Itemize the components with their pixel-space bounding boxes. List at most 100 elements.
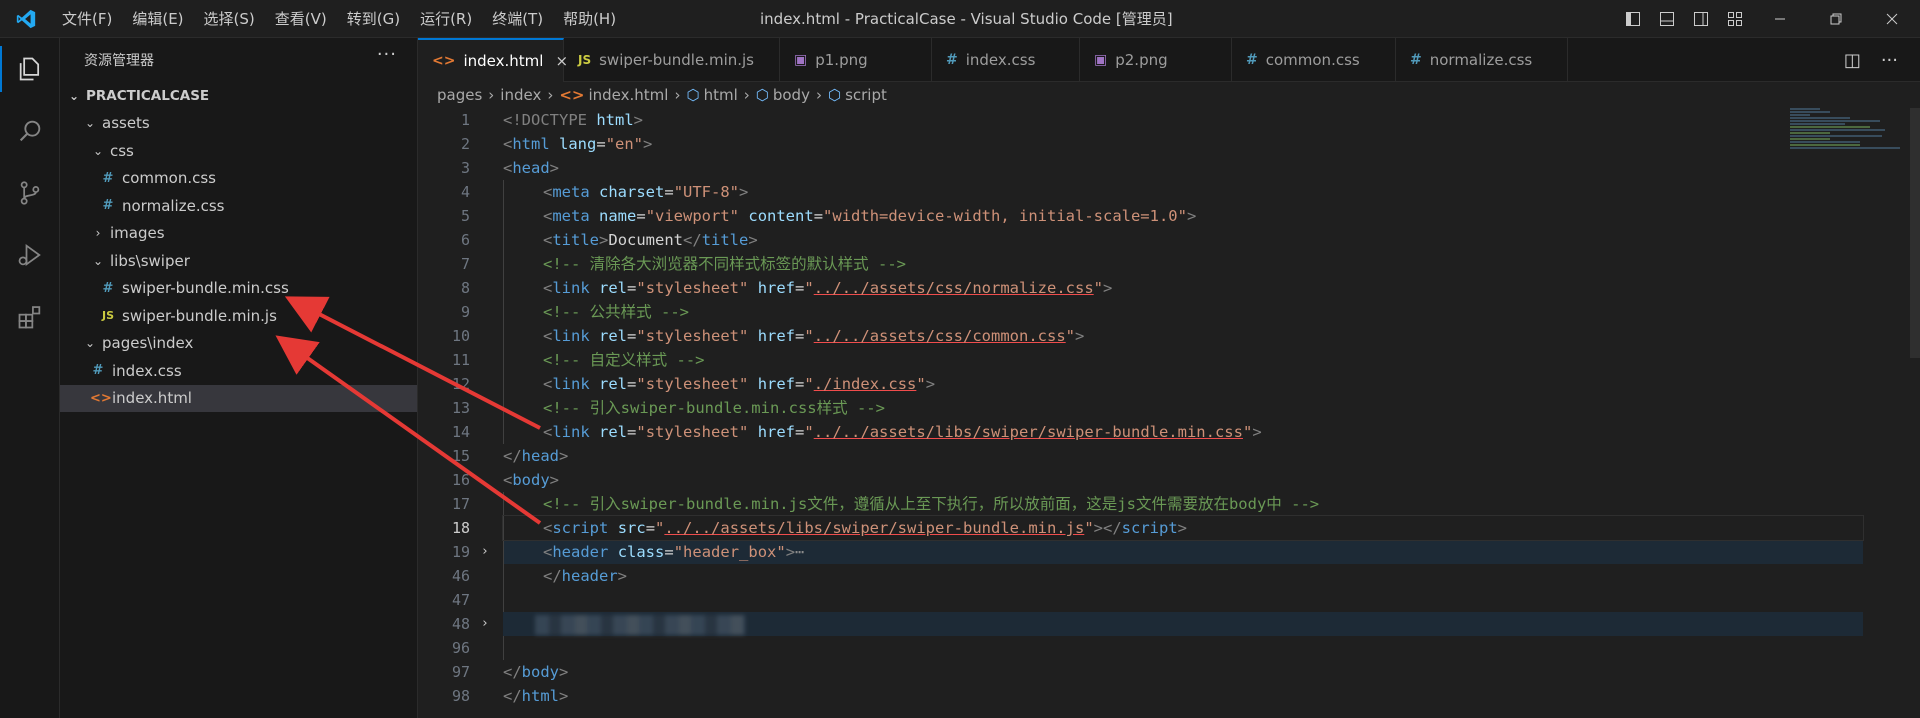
run-debug-icon[interactable] (0, 224, 60, 286)
tree-file-index-html[interactable]: <> index.html (60, 384, 417, 412)
tree-folder-assets[interactable]: ⌄ assets (60, 110, 417, 138)
explorer-title: 资源管理器 (84, 53, 154, 69)
tab-label: p2.png (1115, 51, 1168, 69)
breadcrumb-pages[interactable]: pages (437, 86, 482, 104)
tree-label: index.html (112, 389, 192, 408)
html-file-icon: <> (90, 390, 112, 406)
title-bar: 文件(F) 编辑(E) 选择(S) 查看(V) 转到(G) 运行(R) 终端(T… (0, 0, 1920, 38)
line-number: 17 (451, 495, 470, 513)
tab-index-css[interactable]: # index.css (932, 38, 1080, 82)
menu-bar: 文件(F) 编辑(E) 选择(S) 查看(V) 转到(G) 运行(R) 终端(T… (52, 0, 626, 38)
breadcrumb-index-html[interactable]: index.html (588, 86, 668, 104)
fold-chevron-right-icon[interactable]: › (478, 540, 492, 564)
chevron-down-icon: ⌄ (84, 336, 96, 351)
css-file-icon: # (1410, 52, 1422, 68)
tree-label: css (110, 141, 134, 160)
code-line: <!-- 引入swiper-bundle.min.css样式 --> (503, 396, 1863, 420)
tree-folder-images[interactable]: › images (60, 220, 417, 248)
menu-selection[interactable]: 选择(S) (194, 0, 265, 38)
css-file-icon: # (102, 170, 114, 186)
extensions-icon[interactable] (0, 286, 60, 348)
vertical-scrollbar[interactable] (1910, 108, 1920, 358)
code-line: <link rel="stylesheet" href="../../asset… (503, 276, 1863, 300)
breadcrumb-index[interactable]: index (500, 86, 541, 104)
chevron-down-icon: ⌄ (84, 116, 96, 131)
code-line-folded-blurred (503, 612, 1863, 636)
line-number: 96 (451, 639, 470, 657)
tree-file-common-css[interactable]: # common.css (60, 165, 417, 193)
line-number: 4 (460, 183, 470, 201)
code-line: <meta charset="UTF-8"> (503, 180, 1863, 204)
source-control-icon[interactable] (0, 162, 60, 224)
code-line: <html lang="en"> (503, 135, 653, 153)
breadcrumb-script[interactable]: script (845, 86, 887, 104)
tree-folder-css[interactable]: ⌄ css (60, 137, 417, 165)
menu-edit[interactable]: 编辑(E) (122, 0, 193, 38)
breadcrumb-separator-icon: › (815, 86, 822, 104)
tree-file-index-css[interactable]: # index.css (60, 357, 417, 385)
explorer-icon[interactable] (0, 38, 60, 100)
line-number: 12 (451, 375, 470, 393)
code-line: <!-- 清除各大浏览器不同样式标签的默认样式 --> (503, 252, 1863, 276)
menu-terminal[interactable]: 终端(T) (482, 0, 553, 38)
breadcrumb-html[interactable]: html (704, 86, 738, 104)
line-number: 7 (460, 255, 470, 273)
menu-go[interactable]: 转到(G) (337, 0, 410, 38)
customize-layout-icon[interactable] (1718, 0, 1752, 38)
menu-run[interactable]: 运行(R) (410, 0, 482, 38)
menu-view[interactable]: 查看(V) (265, 0, 337, 38)
js-file-icon: JS (101, 309, 114, 323)
tab-index-html[interactable]: <> index.html × (418, 38, 568, 82)
tree-label: normalize.css (122, 196, 225, 215)
tree-folder-practicalcase[interactable]: ⌄ PRACTICALCASE (60, 82, 417, 110)
window-title: index.html - PracticalCase - Visual Stud… (760, 10, 1173, 28)
tree-label: libs\swiper (110, 251, 190, 270)
code-line: <link rel="stylesheet" href="../../asset… (503, 324, 1863, 348)
toggle-secondary-sidebar-icon[interactable] (1684, 0, 1718, 38)
tab-normalize-css[interactable]: # normalize.css (1396, 38, 1568, 82)
fold-chevron-right-icon[interactable]: › (478, 612, 492, 636)
fold-gutter: › › (478, 108, 492, 636)
line-number-current: 18 (451, 519, 470, 537)
tab-label: p1.png (815, 51, 868, 69)
menu-help[interactable]: 帮助(H) (553, 0, 626, 38)
tab-p2-png[interactable]: ▣ p2.png (1080, 38, 1232, 82)
css-file-icon: # (102, 198, 114, 214)
search-icon[interactable] (0, 100, 60, 162)
minimize-icon[interactable] (1752, 0, 1808, 38)
tree-label: swiper-bundle.min.js (122, 306, 277, 325)
tab-swiper-js[interactable]: JS swiper-bundle.min.js (564, 38, 780, 82)
menu-file[interactable]: 文件(F) (52, 0, 122, 38)
tab-common-css[interactable]: # common.css (1232, 38, 1396, 82)
tab-label: index.html (463, 52, 544, 70)
code-lines: <!DOCTYPE html> <html lang="en"> <head> … (502, 108, 1864, 708)
restore-icon[interactable] (1808, 0, 1864, 38)
tree-file-swiper-css[interactable]: # swiper-bundle.min.css (60, 275, 417, 303)
minimap[interactable] (1790, 108, 1910, 158)
code-line: <!-- 公共样式 --> (503, 300, 1863, 324)
chevron-right-icon: › (95, 226, 101, 241)
code-editor[interactable]: 1 2 3 4 5 6 7 8 9 10 11 12 13 14 15 16 1… (418, 108, 1920, 718)
explorer-more-icon[interactable]: ··· (377, 44, 397, 65)
code-line (503, 588, 1863, 612)
tab-p1-png[interactable]: ▣ p1.png (780, 38, 932, 82)
tree-folder-pages-index[interactable]: ⌄ pages\index (60, 330, 417, 358)
line-number: 14 (451, 423, 470, 441)
split-editor-icon[interactable]: ◫ (1844, 50, 1861, 71)
css-file-icon: # (946, 52, 958, 68)
toggle-panel-icon[interactable] (1650, 0, 1684, 38)
close-window-icon[interactable] (1864, 0, 1920, 38)
tree-folder-libs-swiper[interactable]: ⌄ libs\swiper (60, 247, 417, 275)
line-number: 46 (451, 567, 470, 585)
line-number: 6 (460, 231, 470, 249)
editor-more-icon[interactable]: ··· (1881, 50, 1898, 71)
breadcrumb-body[interactable]: body (773, 86, 810, 104)
toggle-primary-sidebar-icon[interactable] (1616, 0, 1650, 38)
tree-file-normalize-css[interactable]: # normalize.css (60, 192, 417, 220)
tree-label: index.css (112, 361, 182, 380)
line-number: 13 (451, 399, 470, 417)
code-line-folded: <header class="header_box">⋯ (503, 540, 1863, 564)
line-number: 1 (460, 111, 470, 129)
tree-file-swiper-js[interactable]: JS swiper-bundle.min.js (60, 302, 417, 330)
code-line-current: <script src="../../assets/libs/swiper/sw… (502, 515, 1864, 541)
